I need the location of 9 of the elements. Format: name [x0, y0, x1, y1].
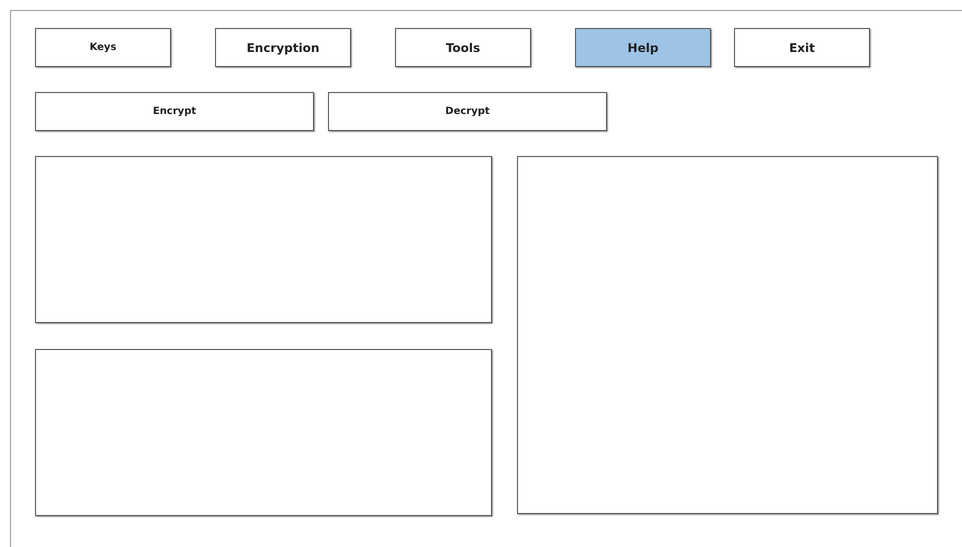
menu-button[interactable]: Keys: [35, 28, 171, 67]
menu-button[interactable]: Encryption: [215, 28, 351, 67]
input-panel[interactable]: [35, 156, 492, 323]
menu-button[interactable]: Exit: [734, 28, 870, 67]
menu-button[interactable]: Tools: [395, 28, 531, 67]
output-panel[interactable]: [35, 349, 492, 516]
menu-button[interactable]: Help: [575, 28, 711, 67]
action-button[interactable]: Decrypt: [328, 92, 607, 131]
action-button[interactable]: Encrypt: [35, 92, 314, 131]
